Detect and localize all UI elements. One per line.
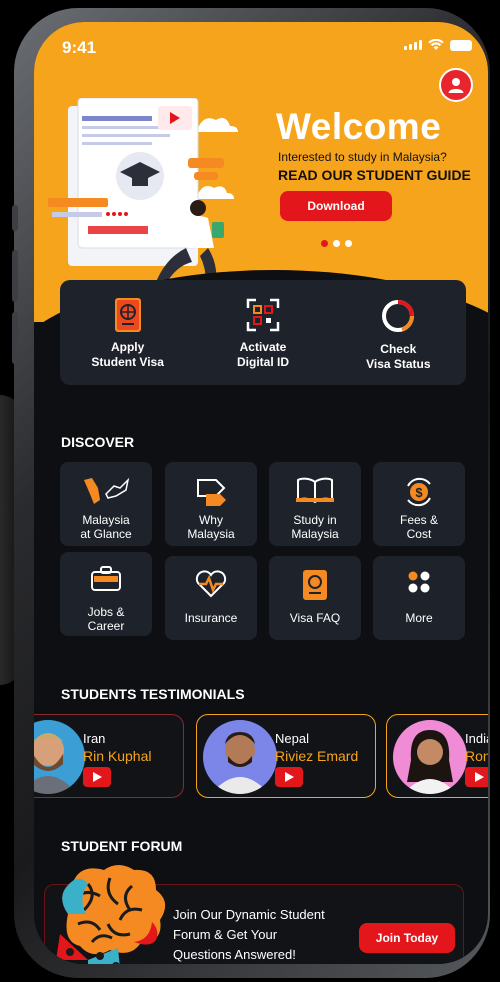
phone-side-button xyxy=(12,205,18,231)
tile-why-malaysia[interactable]: Why Malaysia xyxy=(165,462,257,546)
tile-jobs-and-career[interactable]: Jobs & Career xyxy=(60,552,152,636)
student-country: Nepal xyxy=(275,731,309,746)
student-name: Riviez Emard xyxy=(275,748,359,764)
student-photo xyxy=(203,720,277,794)
carousel-dots[interactable] xyxy=(321,240,352,247)
profile-button[interactable] xyxy=(439,68,473,102)
tile-label: Insurance xyxy=(184,611,238,625)
user-icon xyxy=(448,78,464,93)
tile-fees-and-cost[interactable]: $ Fees & Cost xyxy=(373,462,465,546)
battery-icon xyxy=(450,39,472,51)
grid-dots-icon xyxy=(408,571,430,593)
testimonials-heading: STUDENTS TESTIMONIALS xyxy=(61,686,245,702)
tile-malaysia-at-glance[interactable]: Malaysia at Glance xyxy=(60,462,152,546)
tile-label: Why Malaysia xyxy=(187,513,235,541)
tile-study-in-malaysia[interactable]: Study in Malaysia xyxy=(269,462,361,546)
testimonial-card[interactable]: India Ron P xyxy=(386,714,488,798)
dollar-icon: $ xyxy=(407,477,431,507)
tile-label: Malaysia at Glance xyxy=(80,513,132,541)
forum-text: Join Our Dynamic Student Forum & Get You… xyxy=(173,907,325,962)
student-photo xyxy=(393,720,467,794)
discover-heading: DISCOVER xyxy=(61,434,135,450)
app-screen: 9:41 Welcome Interested to study in Mala… xyxy=(34,22,488,964)
status-ring-icon xyxy=(382,300,415,332)
testimonial-card[interactable]: Nepal Riviez Emard xyxy=(196,714,376,798)
student-guide-heading: READ OUR STUDENT GUIDE xyxy=(278,167,471,183)
tile-label: Visa FAQ xyxy=(289,611,341,625)
youtube-play-icon[interactable] xyxy=(275,767,303,787)
book-icon xyxy=(296,477,334,504)
tile-label: Study in Malaysia xyxy=(291,513,339,541)
phone-side-button xyxy=(12,250,18,302)
svg-text:$: $ xyxy=(415,485,423,500)
quick-action-label: Activate Digital ID xyxy=(236,340,289,369)
forum-heading: STUDENT FORUM xyxy=(61,838,183,854)
student-guide-illustration xyxy=(48,98,238,288)
carousel-dot[interactable] xyxy=(345,240,352,247)
tile-label: More xyxy=(405,611,433,625)
student-photo xyxy=(34,720,85,794)
tile-visa-faq[interactable]: Visa FAQ xyxy=(269,556,361,640)
join-today-button[interactable]: Join Today xyxy=(359,923,455,953)
tile-insurance[interactable]: Insurance xyxy=(165,556,257,640)
testimonial-card[interactable]: Iran Rin Kuphal xyxy=(34,714,184,798)
tile-label: Jobs & Career xyxy=(87,605,125,633)
apply-student-visa-button[interactable]: Apply Student Visa xyxy=(60,280,195,385)
student-country: India xyxy=(465,731,488,746)
welcome-title: Welcome xyxy=(276,106,442,147)
status-time: 9:41 xyxy=(62,38,97,57)
question-tag-icon xyxy=(197,479,226,506)
carousel-dot[interactable] xyxy=(333,240,340,247)
student-name: Ron P xyxy=(465,748,488,764)
download-button[interactable]: Download xyxy=(280,191,392,221)
student-country: Iran xyxy=(83,731,106,746)
phone-side-button xyxy=(12,312,18,364)
quick-action-label: Apply Student Visa xyxy=(91,340,164,369)
youtube-play-icon[interactable] xyxy=(83,767,111,787)
briefcase-icon xyxy=(91,566,121,591)
wifi-icon xyxy=(428,39,444,50)
passport-icon xyxy=(114,298,141,332)
hero-subtitle: Interested to study in Malaysia? xyxy=(278,150,447,164)
quick-action-label: Check Visa Status xyxy=(366,342,431,371)
heart-pulse-icon xyxy=(195,570,227,598)
check-visa-status-button[interactable]: Check Visa Status xyxy=(331,280,466,385)
signal-icon xyxy=(404,40,422,50)
qr-code-icon xyxy=(246,298,280,332)
tile-more[interactable]: More xyxy=(373,556,465,640)
youtube-play-icon[interactable] xyxy=(465,767,488,787)
student-name: Rin Kuphal xyxy=(83,748,152,764)
map-icon xyxy=(84,477,130,504)
carousel-dot[interactable] xyxy=(321,240,328,247)
quick-actions-card: Apply Student Visa Activate Digital ID C… xyxy=(60,280,466,385)
tile-label: Fees & Cost xyxy=(399,513,438,541)
brain-illustration xyxy=(56,865,166,964)
activate-digital-id-button[interactable]: Activate Digital ID xyxy=(195,280,330,385)
passport-icon xyxy=(303,570,327,600)
status-icons xyxy=(404,39,472,51)
